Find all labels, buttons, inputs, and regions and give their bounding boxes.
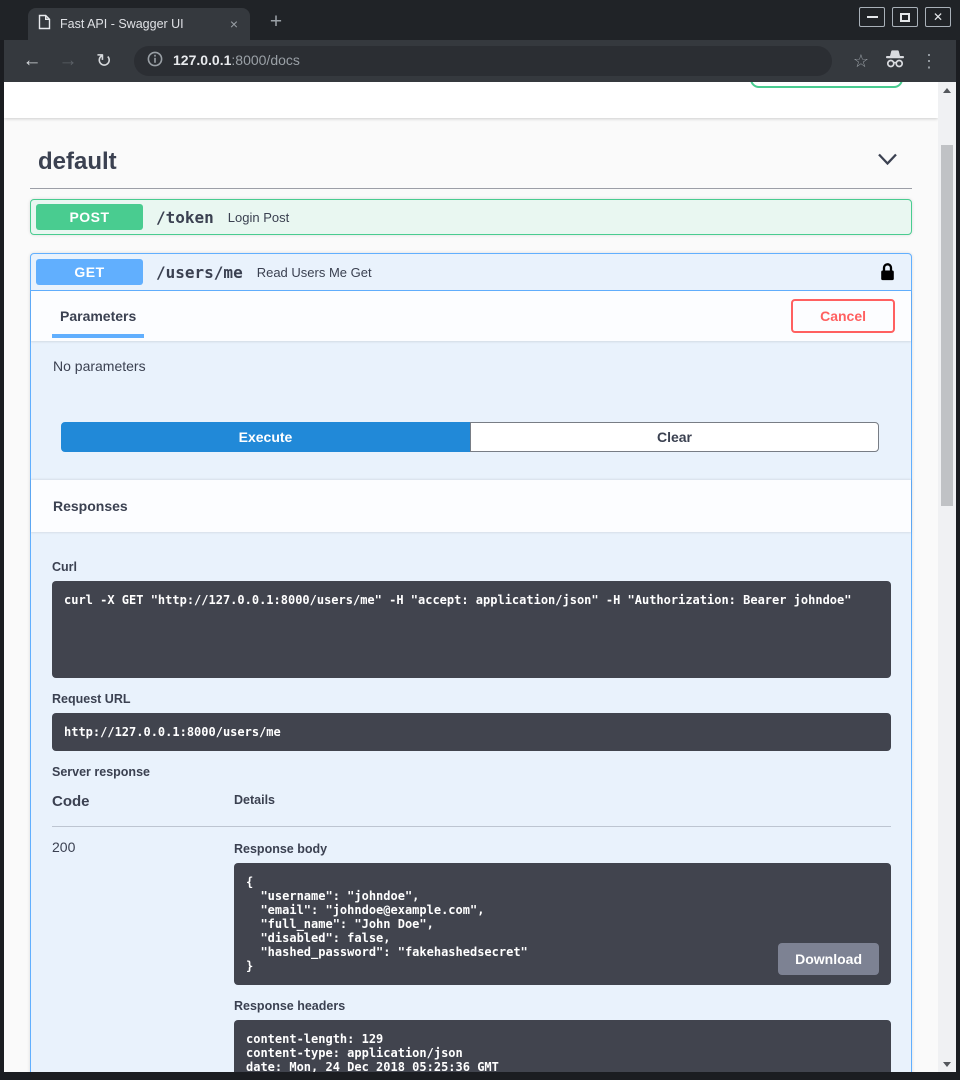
op-summary-login: Login Post: [228, 210, 289, 225]
download-button[interactable]: Download: [778, 943, 879, 975]
swagger-page: default POST /token Login Post GET /user…: [4, 82, 938, 1072]
op-summary-read-users: Read Users Me Get: [257, 265, 372, 280]
url-text: 127.0.0.1:8000/docs: [173, 52, 300, 70]
scrollbar-thumb[interactable]: [941, 145, 953, 506]
back-icon[interactable]: ←: [18, 50, 46, 72]
opblock-get-users-me: GET /users/me Read Users Me Get Paramete…: [30, 253, 912, 1072]
window-controls: ✕: [859, 7, 951, 27]
page-scrollbar[interactable]: [938, 82, 956, 1072]
response-row-200: 200 Response body { "username": "johndoe…: [52, 827, 891, 1072]
no-parameters-text: No parameters: [31, 341, 911, 374]
tab-close-icon[interactable]: ×: [228, 17, 240, 31]
request-url-label: Request URL: [52, 692, 891, 706]
method-badge-post: POST: [36, 204, 143, 230]
authorize-button[interactable]: [750, 82, 903, 88]
execute-button[interactable]: Execute: [61, 422, 470, 452]
maximize-icon: [900, 13, 910, 22]
section-title: default: [38, 148, 117, 176]
code-column-header: Code: [52, 793, 234, 810]
tag-section-default[interactable]: default: [30, 118, 912, 188]
tab-parameters[interactable]: Parameters: [53, 308, 143, 324]
minimize-button[interactable]: [859, 7, 885, 27]
response-headers-value: content-length: 129 content-type: applic…: [234, 1020, 891, 1072]
url-host: 127.0.0.1: [173, 52, 231, 68]
url-bar[interactable]: 127.0.0.1:8000/docs: [134, 46, 832, 76]
details-column-header: Details: [234, 793, 275, 810]
browser-toolbar: ← → ↻ 127.0.0.1:8000/docs ☆ ⋮: [4, 40, 956, 82]
method-badge-get: GET: [36, 259, 143, 285]
status-code: 200: [52, 839, 234, 1072]
reload-icon[interactable]: ↻: [90, 50, 118, 73]
curl-command: curl -X GET "http://127.0.0.1:8000/users…: [52, 581, 891, 678]
scheme-container: [4, 82, 938, 118]
op-path-token: /token: [156, 208, 214, 227]
opblock-summary-get[interactable]: GET /users/me Read Users Me Get: [31, 254, 911, 291]
url-path: :8000/docs: [231, 52, 300, 68]
opblock-post-token[interactable]: POST /token Login Post: [30, 199, 912, 235]
responses-section: Curl curl -X GET "http://127.0.0.1:8000/…: [31, 532, 911, 1072]
response-body-label: Response body: [234, 842, 891, 856]
responses-header: Responses: [31, 480, 911, 532]
page-favicon-icon: [38, 14, 51, 35]
triangle-down: [943, 1062, 951, 1067]
bookmark-star-icon[interactable]: ☆: [848, 51, 874, 72]
close-icon: ✕: [933, 11, 943, 23]
parameters-header: Parameters Cancel: [31, 291, 911, 341]
op-path-users-me: /users/me: [156, 263, 243, 282]
chevron-down-icon[interactable]: [877, 153, 898, 171]
forward-icon[interactable]: →: [54, 50, 82, 72]
scroll-up-icon[interactable]: [938, 82, 956, 98]
response-headers-label: Response headers: [234, 999, 891, 1013]
triangle-up: [943, 88, 951, 93]
incognito-icon: [882, 49, 908, 74]
auth-lock-icon[interactable]: [880, 262, 899, 282]
cancel-button[interactable]: Cancel: [791, 299, 895, 333]
maximize-button[interactable]: [892, 7, 918, 27]
section-divider: [30, 188, 912, 189]
request-url-value: http://127.0.0.1:8000/users/me: [52, 713, 891, 751]
scroll-down-icon[interactable]: [938, 1056, 956, 1072]
server-response-label: Server response: [52, 765, 891, 779]
response-table-header: Code Details: [52, 793, 891, 827]
clear-button[interactable]: Clear: [470, 422, 879, 452]
browser-titlebar: Fast API - Swagger UI × + ✕: [0, 0, 960, 40]
new-tab-icon[interactable]: +: [264, 10, 288, 34]
execute-wrapper: Execute Clear: [31, 422, 911, 480]
site-info-icon[interactable]: [147, 51, 163, 72]
curl-label: Curl: [52, 560, 891, 574]
browser-tab[interactable]: Fast API - Swagger UI ×: [28, 8, 250, 40]
tab-title: Fast API - Swagger UI: [60, 17, 219, 31]
minimize-icon: [867, 16, 878, 18]
close-button[interactable]: ✕: [925, 7, 951, 27]
browser-menu-icon[interactable]: ⋮: [916, 51, 942, 72]
